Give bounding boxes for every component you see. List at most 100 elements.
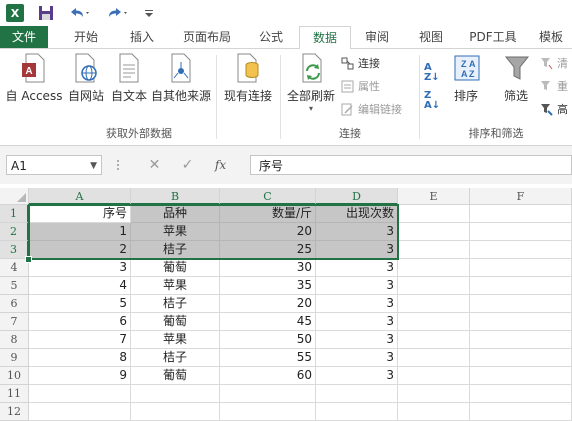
cell-a11[interactable] xyxy=(29,385,131,403)
cell-e7[interactable] xyxy=(398,313,470,331)
cell-a2[interactable]: 1 xyxy=(29,223,131,241)
filter-button[interactable]: 筛选 xyxy=(498,53,534,104)
cell-c2[interactable]: 20 xyxy=(220,223,316,241)
cell-f6[interactable] xyxy=(470,295,572,313)
cell-b2[interactable]: 苹果 xyxy=(131,223,220,241)
cell-b7[interactable]: 葡萄 xyxy=(131,313,220,331)
cell-e11[interactable] xyxy=(398,385,470,403)
cell-b8[interactable]: 苹果 xyxy=(131,331,220,349)
existing-connections-button[interactable]: 现有连接 xyxy=(220,53,276,104)
cell-a3[interactable]: 2 xyxy=(29,241,131,259)
column-header-d[interactable]: D xyxy=(316,188,398,205)
cell-f10[interactable] xyxy=(470,367,572,385)
formula-input[interactable]: 序号 xyxy=(250,155,572,175)
cell-d8[interactable]: 3 xyxy=(316,331,398,349)
cell-e12[interactable] xyxy=(398,403,470,421)
cell-e3[interactable] xyxy=(398,241,470,259)
cell-d1[interactable]: 出现次数 xyxy=(316,205,398,223)
sort-descending-button[interactable]: Z A↓ xyxy=(424,91,440,111)
cell-e8[interactable] xyxy=(398,331,470,349)
select-all-button[interactable] xyxy=(0,188,29,205)
cell-d7[interactable]: 3 xyxy=(316,313,398,331)
row-header-7[interactable]: 7 xyxy=(0,313,29,331)
cell-a5[interactable]: 4 xyxy=(29,277,131,295)
tab-view[interactable]: 视图 xyxy=(408,26,454,48)
row-header-9[interactable]: 9 xyxy=(0,349,29,367)
tab-home[interactable]: 开始 xyxy=(62,26,110,48)
cell-d10[interactable]: 3 xyxy=(316,367,398,385)
row-header-11[interactable]: 11 xyxy=(0,385,29,403)
cell-b3[interactable]: 桔子 xyxy=(131,241,220,259)
name-box[interactable]: A1 ▼ xyxy=(6,155,102,175)
cell-c11[interactable] xyxy=(220,385,316,403)
tab-templates[interactable]: 模板 xyxy=(530,26,572,48)
insert-function-icon[interactable]: fx xyxy=(204,158,237,172)
properties-button[interactable]: 属性 xyxy=(341,78,380,94)
cell-a7[interactable]: 6 xyxy=(29,313,131,331)
fill-handle[interactable] xyxy=(25,256,32,263)
tab-page-layout[interactable]: 页面布局 xyxy=(174,26,240,48)
cell-e1[interactable] xyxy=(398,205,470,223)
cell-f4[interactable] xyxy=(470,259,572,277)
cell-b12[interactable] xyxy=(131,403,220,421)
cell-c9[interactable]: 55 xyxy=(220,349,316,367)
row-header-10[interactable]: 10 xyxy=(0,367,29,385)
cell-c7[interactable]: 45 xyxy=(220,313,316,331)
customize-icon[interactable] xyxy=(142,3,156,23)
row-header-8[interactable]: 8 xyxy=(0,331,29,349)
cell-a9[interactable]: 8 xyxy=(29,349,131,367)
cell-a10[interactable]: 9 xyxy=(29,367,131,385)
column-header-f[interactable]: F xyxy=(470,188,572,205)
cell-c4[interactable]: 30 xyxy=(220,259,316,277)
cell-a1[interactable]: 序号 xyxy=(29,205,131,223)
redo-icon[interactable] xyxy=(104,3,132,23)
cell-b10[interactable]: 葡萄 xyxy=(131,367,220,385)
cell-b1[interactable]: 品种 xyxy=(131,205,220,223)
cell-f8[interactable] xyxy=(470,331,572,349)
cell-e4[interactable] xyxy=(398,259,470,277)
edit-links-button[interactable]: 编辑链接 xyxy=(341,101,402,117)
cell-a4[interactable]: 3 xyxy=(29,259,131,277)
row-header-2[interactable]: 2 xyxy=(0,223,29,241)
tab-pdf-tools[interactable]: PDF工具 xyxy=(462,26,524,48)
cell-f1[interactable] xyxy=(470,205,572,223)
cancel-icon[interactable]: ✕ xyxy=(138,157,171,173)
sort-button[interactable]: ZAAZ 排序 xyxy=(446,53,486,104)
save-icon[interactable] xyxy=(36,3,56,23)
enter-icon[interactable]: ✓ xyxy=(171,157,204,173)
cell-d9[interactable]: 3 xyxy=(316,349,398,367)
cell-e9[interactable] xyxy=(398,349,470,367)
cell-f7[interactable] xyxy=(470,313,572,331)
column-header-c[interactable]: C xyxy=(220,188,316,205)
cell-e2[interactable] xyxy=(398,223,470,241)
column-header-b[interactable]: B xyxy=(131,188,220,205)
sort-ascending-button[interactable]: A Z↓ xyxy=(424,63,440,83)
from-text-button[interactable]: 自文本 xyxy=(107,53,151,104)
cell-a12[interactable] xyxy=(29,403,131,421)
cell-c5[interactable]: 35 xyxy=(220,277,316,295)
cell-f11[interactable] xyxy=(470,385,572,403)
cell-b11[interactable] xyxy=(131,385,220,403)
cell-d3[interactable]: 3 xyxy=(316,241,398,259)
column-header-a[interactable]: A xyxy=(29,188,131,205)
clear-filter-button[interactable]: 清 xyxy=(540,55,568,71)
cell-e6[interactable] xyxy=(398,295,470,313)
tab-review[interactable]: 审阅 xyxy=(354,26,400,48)
cell-c10[interactable]: 60 xyxy=(220,367,316,385)
cell-b6[interactable]: 桔子 xyxy=(131,295,220,313)
tab-file[interactable]: 文件 xyxy=(0,26,48,48)
cell-f9[interactable] xyxy=(470,349,572,367)
cell-d11[interactable] xyxy=(316,385,398,403)
worksheet-grid[interactable]: A B C D E F 1 序号 品种 数量/斤 出现次数 2 1 苹果 20 3 3 2 桔子 25 3 4 3 葡萄 30 3… xyxy=(0,188,572,421)
cell-d6[interactable]: 3 xyxy=(316,295,398,313)
advanced-filter-button[interactable]: 高 xyxy=(540,101,568,117)
cell-b5[interactable]: 苹果 xyxy=(131,277,220,295)
cell-b9[interactable]: 桔子 xyxy=(131,349,220,367)
refresh-all-button[interactable]: 全部刷新 ▾ xyxy=(284,53,338,113)
cell-a6[interactable]: 5 xyxy=(29,295,131,313)
chevron-down-icon[interactable]: ▼ xyxy=(90,156,97,176)
connections-button[interactable]: 连接 xyxy=(341,55,380,71)
cell-a8[interactable]: 7 xyxy=(29,331,131,349)
cell-d4[interactable]: 3 xyxy=(316,259,398,277)
row-header-12[interactable]: 12 xyxy=(0,403,29,421)
